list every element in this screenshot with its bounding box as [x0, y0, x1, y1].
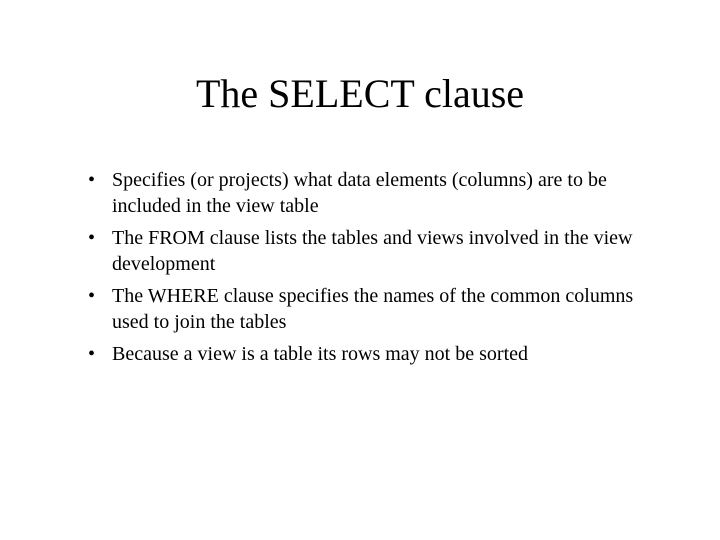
- bullet-list: Specifies (or projects) what data elemen…: [84, 167, 636, 367]
- slide-title: The SELECT clause: [60, 70, 660, 117]
- list-item: Specifies (or projects) what data elemen…: [84, 167, 636, 219]
- list-item: The WHERE clause specifies the names of …: [84, 283, 636, 335]
- list-item: Because a view is a table its rows may n…: [84, 341, 636, 367]
- list-item: The FROM clause lists the tables and vie…: [84, 225, 636, 277]
- slide: The SELECT clause Specifies (or projects…: [0, 0, 720, 540]
